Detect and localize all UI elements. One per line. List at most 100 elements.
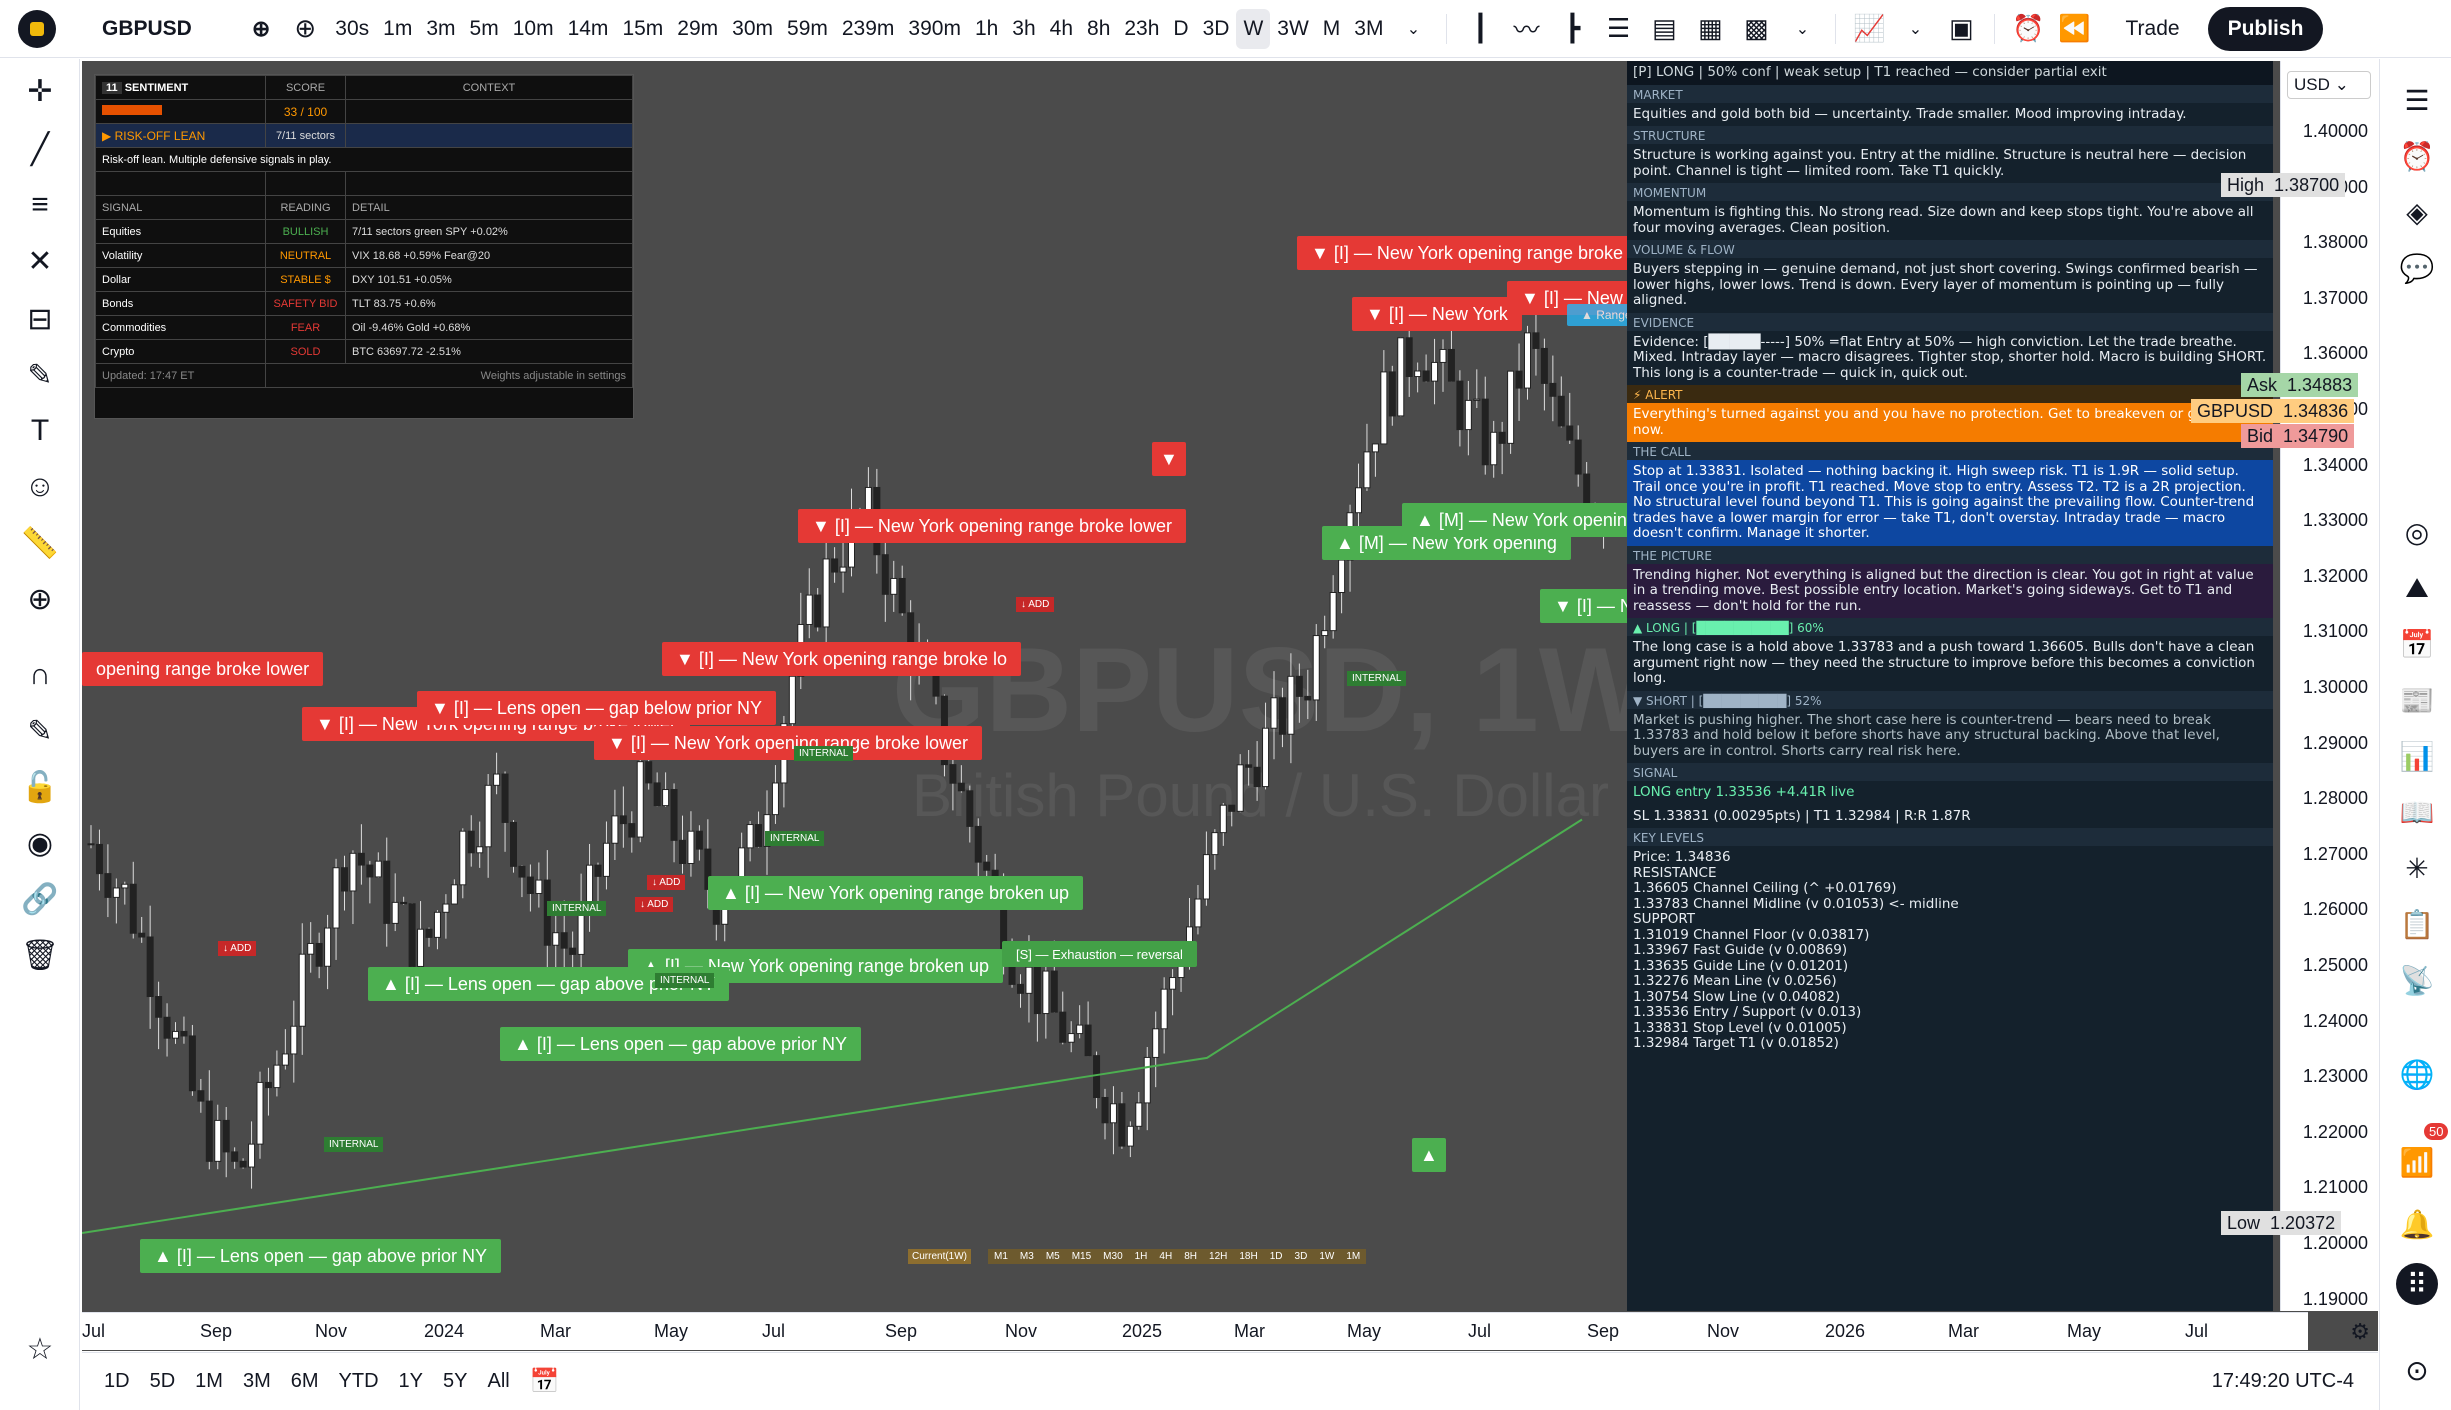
lock-icon[interactable]: 🔓	[18, 765, 62, 809]
chevron-down-icon-3[interactable]: ⌄	[1898, 12, 1932, 46]
templates-icon[interactable]: ▦	[1693, 12, 1727, 46]
emoji-icon[interactable]: ☺	[18, 465, 62, 509]
zoom-icon[interactable]: ⊕	[18, 577, 62, 621]
timeframe-15m[interactable]: 15m	[615, 9, 670, 49]
timeframe-30m[interactable]: 30m	[725, 9, 780, 49]
candle-body	[1566, 425, 1574, 441]
indicators-icon[interactable]: ☰	[1601, 12, 1635, 46]
timeframe-390m[interactable]: 390m	[901, 9, 968, 49]
watchlist-icon[interactable]: ☰	[2396, 79, 2438, 121]
timeframe-3D[interactable]: 3D	[1196, 9, 1237, 49]
text-icon[interactable]: T	[18, 409, 62, 453]
timeframe-4h[interactable]: 4h	[1043, 9, 1080, 49]
timeframe-3h[interactable]: 3h	[1005, 9, 1042, 49]
mountain-icon[interactable]: ⛰	[2396, 567, 2438, 609]
apps-icon[interactable]: ⠿	[2396, 1263, 2438, 1305]
timeframe-M[interactable]: M	[1316, 9, 1348, 49]
symbol-search[interactable]: GBPUSD ⊕	[90, 7, 282, 51]
range-3M[interactable]: 3M	[243, 1370, 271, 1393]
book-icon[interactable]: 📖	[2396, 791, 2438, 833]
range-6M[interactable]: 6M	[291, 1370, 319, 1393]
time-axis[interactable]: ⚙ Jul Sep Nov 2024 Mar May Jul Sep Nov 2025 Mar May…	[82, 1312, 2370, 1350]
timeframe-29m[interactable]: 29m	[670, 9, 725, 49]
compare-icon[interactable]: ⊕	[288, 12, 322, 46]
range-5Y[interactable]: 5Y	[443, 1370, 467, 1393]
add-tag: ↓ ADD	[635, 897, 674, 912]
mtf-tf: 1H	[1134, 1251, 1148, 1262]
timeframe-14m[interactable]: 14m	[561, 9, 616, 49]
range-1Y[interactable]: 1Y	[399, 1370, 423, 1393]
candle-body	[1397, 337, 1405, 417]
date-range-icon[interactable]: 📅	[530, 1367, 560, 1396]
alert-chart-icon[interactable]: 📈	[1852, 12, 1886, 46]
timeframe-59m[interactable]: 59m	[780, 9, 835, 49]
range-1M[interactable]: 1M	[195, 1370, 223, 1393]
eye-icon[interactable]: ◉	[18, 821, 62, 865]
timeframe-3M[interactable]: 3M	[1347, 9, 1390, 49]
bell-icon[interactable]: 🔔	[2396, 1203, 2438, 1245]
currency-select[interactable]: USD ⌄	[2287, 71, 2371, 99]
timeframe-W[interactable]: W	[1236, 8, 1271, 49]
app-logo[interactable]	[18, 9, 56, 48]
pattern-icon[interactable]: ✕	[18, 239, 62, 283]
clock[interactable]: 17:49:20 UTC-4	[2212, 1370, 2354, 1393]
news-icon[interactable]: 📰	[2396, 679, 2438, 721]
link-icon[interactable]: 🔗	[18, 877, 62, 921]
help-icon[interactable]: ⊙	[2396, 1349, 2438, 1391]
trendline-icon[interactable]: ╱	[18, 127, 62, 171]
forecast-icon[interactable]: ⊟	[18, 297, 62, 341]
add-tag: ↓ ADD	[218, 941, 257, 956]
chevron-down-icon[interactable]: ⌄	[1396, 12, 1430, 46]
price-scale[interactable]: USD ⌄ 1.400001.390001.380001.370001.3600…	[2191, 61, 2378, 1311]
crosshair-icon[interactable]: ✛	[18, 69, 62, 113]
timeframe-5m[interactable]: 5m	[463, 9, 506, 49]
candle-style-icon[interactable]: ┃	[1463, 12, 1497, 46]
screener-icon[interactable]: 📊	[2396, 735, 2438, 777]
trade-button[interactable]: Trade	[2107, 7, 2197, 51]
strategy-icon[interactable]: ▤	[1647, 12, 1681, 46]
pattern-icon-2[interactable]: ✳	[2396, 847, 2438, 889]
timeframe-D[interactable]: D	[1166, 9, 1195, 49]
broadcast-icon[interactable]: 📡	[2396, 959, 2438, 1001]
timeframe-3W[interactable]: 3W	[1270, 9, 1316, 49]
globe-icon[interactable]: 🌐	[2396, 1053, 2438, 1095]
brush-icon[interactable]: ✎	[18, 353, 62, 397]
timeframe-239m[interactable]: 239m	[835, 9, 902, 49]
target-icon[interactable]: ◎	[2396, 511, 2438, 553]
grid-icon[interactable]: ▩	[1739, 12, 1773, 46]
range-YTD[interactable]: YTD	[339, 1370, 379, 1393]
timeframe-3m[interactable]: 3m	[419, 9, 462, 49]
ruler-icon[interactable]: 📏	[18, 521, 62, 565]
magnet-icon[interactable]: ∩	[18, 653, 62, 697]
publish-button[interactable]: Publish	[2207, 6, 2324, 51]
settings-icon[interactable]: ⚙	[2350, 1319, 2370, 1345]
layers-icon[interactable]: ◈	[2396, 191, 2438, 233]
timeframe-1m[interactable]: 1m	[376, 9, 419, 49]
alerts-icon[interactable]: ⏰	[2396, 135, 2438, 177]
alarm-icon[interactable]: ⏰	[2011, 12, 2045, 46]
chart-canvas[interactable]: GBPUSD, 1W British Pound / U.S. Dollar o…	[82, 61, 2378, 1351]
star-icon[interactable]: ☆	[18, 1327, 62, 1371]
line-style-icon[interactable]: 〰	[1509, 12, 1543, 46]
timeframe-23h[interactable]: 23h	[1117, 9, 1166, 49]
trash-icon[interactable]: 🗑	[18, 933, 62, 977]
timeframe-8h[interactable]: 8h	[1080, 9, 1117, 49]
range-All[interactable]: All	[487, 1370, 509, 1393]
timeframe-1h[interactable]: 1h	[968, 9, 1005, 49]
range-5D[interactable]: 5D	[150, 1370, 176, 1393]
timeframe-10m[interactable]: 10m	[506, 9, 561, 49]
fib-icon[interactable]: ≡	[18, 183, 62, 227]
chat-icon[interactable]: 💬	[2396, 247, 2438, 289]
layout-icon[interactable]: ▣	[1944, 12, 1978, 46]
report-icon[interactable]: 📋	[2396, 903, 2438, 945]
chevron-down-icon-2[interactable]: ⌄	[1785, 12, 1819, 46]
stream-icon[interactable]: 📶	[2396, 1141, 2438, 1183]
calendar-icon[interactable]: 📅	[2396, 623, 2438, 665]
low-value: 1.20372	[2270, 1212, 2336, 1233]
bar-style-icon[interactable]: ┣	[1555, 12, 1589, 46]
lock-draw-icon[interactable]: ✎	[18, 709, 62, 753]
replay-icon[interactable]: ⏪	[2057, 12, 2091, 46]
timeframe-30s[interactable]: 30s	[328, 9, 376, 49]
range-1D[interactable]: 1D	[104, 1370, 130, 1393]
add-symbol-icon[interactable]: ⊕	[252, 16, 270, 42]
